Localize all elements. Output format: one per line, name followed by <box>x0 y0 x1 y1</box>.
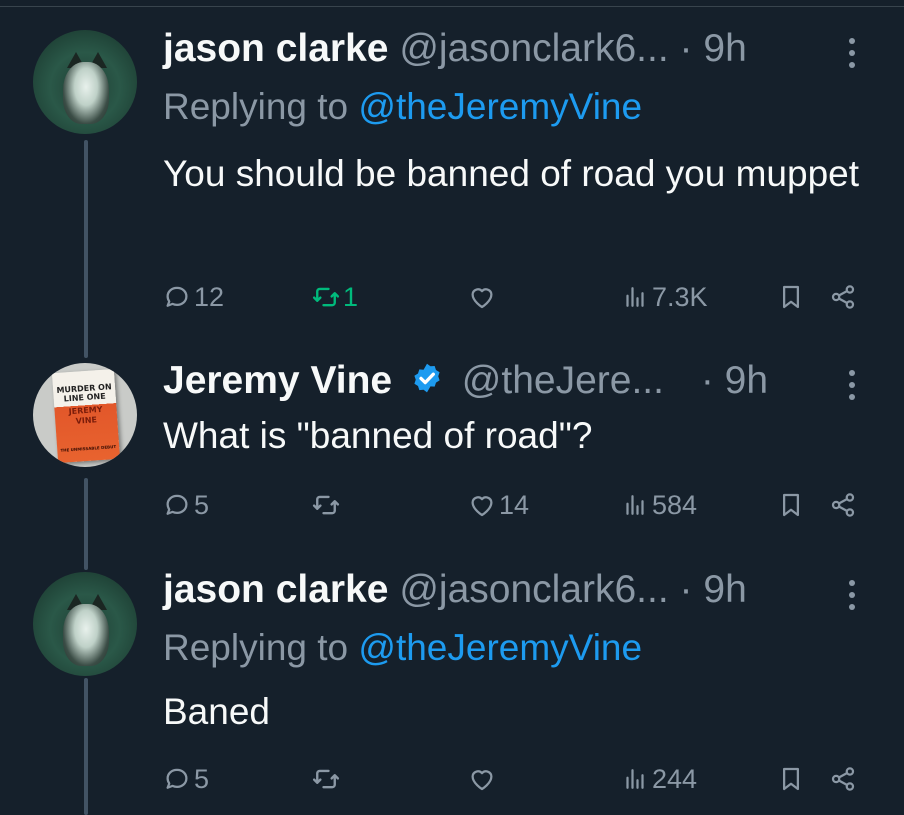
replying-to-link[interactable]: @theJeremyVine <box>358 627 642 668</box>
timestamp[interactable]: 9h <box>725 359 768 402</box>
like-button[interactable]: 14 <box>467 485 529 525</box>
author-handle[interactable]: @jasonclark6... <box>399 568 668 611</box>
action-bar: 5 14 584 <box>0 485 904 525</box>
author-name[interactable]: jason clarke <box>163 27 388 70</box>
avatar[interactable]: MURDER ON LINE ONE JEREMY VINE THE UNMIS… <box>33 363 137 467</box>
replying-prefix: Replying to <box>163 627 349 668</box>
timestamp[interactable]: 9h <box>703 568 746 611</box>
retweet-count: 1 <box>343 281 359 312</box>
author-handle[interactable]: @theJere... <box>462 359 664 402</box>
author-name[interactable]: Jeremy Vine <box>163 359 392 402</box>
view-count: 584 <box>652 489 698 520</box>
retweet-button[interactable] <box>311 759 343 799</box>
retweet-icon <box>312 495 340 515</box>
views-button[interactable]: 7.3K <box>620 277 708 317</box>
avatar[interactable] <box>33 30 137 134</box>
replying-to-link[interactable]: @theJeremyVine <box>358 86 642 127</box>
share-button[interactable] <box>828 485 858 525</box>
share-icon <box>831 493 855 517</box>
reply-icon <box>166 494 188 515</box>
replying-prefix: Replying to <box>163 86 349 127</box>
heart-icon <box>471 770 493 791</box>
separator-dot: · <box>679 27 693 70</box>
bookmark-icon <box>783 285 799 309</box>
book-cover-image: MURDER ON LINE ONE JEREMY VINE THE UNMIS… <box>51 368 121 464</box>
avatar[interactable] <box>33 572 137 676</box>
reply-button[interactable]: 12 <box>162 277 224 317</box>
like-count: 14 <box>499 489 530 520</box>
reply-button[interactable]: 5 <box>162 759 209 799</box>
reply-count: 5 <box>194 763 210 794</box>
verified-badge-icon <box>414 363 440 393</box>
replying-to: Replying to @theJeremyVine <box>163 624 642 672</box>
bookmark-icon <box>783 767 799 791</box>
thread-line <box>84 140 88 358</box>
retweet-icon <box>312 287 340 307</box>
more-icon[interactable] <box>840 370 864 410</box>
bookmark-button[interactable] <box>776 485 806 525</box>
views-icon <box>626 495 644 515</box>
view-count: 7.3K <box>652 281 708 312</box>
tweet-text: What is "banned of road"? <box>163 415 593 456</box>
top-divider <box>0 6 904 7</box>
view-count: 244 <box>652 763 698 794</box>
views-button[interactable]: 584 <box>620 485 697 525</box>
action-bar: 12 1 7.3K <box>0 277 904 317</box>
heart-icon <box>471 288 493 309</box>
bookmark-button[interactable] <box>776 277 806 317</box>
tweet-header: Jeremy Vine @theJere... · 9h <box>163 357 863 405</box>
action-bar: 5 244 <box>0 759 904 799</box>
bookmark-icon <box>783 493 799 517</box>
cat-figure <box>63 604 109 666</box>
separator-dot: · <box>700 359 714 402</box>
timestamp[interactable]: 9h <box>703 27 746 70</box>
author-name[interactable]: jason clarke <box>163 568 388 611</box>
like-button[interactable] <box>467 759 499 799</box>
separator-dot: · <box>679 568 693 611</box>
reply-count: 12 <box>194 281 225 312</box>
reply-button[interactable]: 5 <box>162 485 209 525</box>
book-author-line: VINE <box>75 415 98 426</box>
cat-figure <box>63 62 109 124</box>
more-icon[interactable] <box>840 38 864 78</box>
reply-count: 5 <box>194 489 210 520</box>
share-icon <box>831 285 855 309</box>
tweet-text: Baned <box>163 691 270 732</box>
retweet-button[interactable]: 1 <box>311 277 358 317</box>
share-button[interactable] <box>828 759 858 799</box>
retweet-icon <box>312 769 340 789</box>
reply-icon <box>166 768 188 789</box>
views-button[interactable]: 244 <box>620 759 697 799</box>
heart-icon <box>471 496 493 517</box>
book-tagline: THE UNMISSABLE DEBUT <box>60 443 117 453</box>
views-icon <box>626 287 644 307</box>
retweet-button[interactable] <box>311 485 343 525</box>
tweet-header: jason clarke @jasonclark6... · 9h <box>163 25 863 73</box>
replying-to: Replying to @theJeremyVine <box>163 83 642 131</box>
tweet-text: You should be banned of road you muppet <box>163 153 860 194</box>
book-title-line: LINE ONE <box>63 391 106 404</box>
share-button[interactable] <box>828 277 858 317</box>
tweet-header: jason clarke @jasonclark6... · 9h <box>163 566 863 614</box>
reply-icon <box>166 286 188 307</box>
like-button[interactable] <box>467 277 499 317</box>
views-icon <box>626 769 644 789</box>
share-icon <box>831 767 855 791</box>
more-icon[interactable] <box>840 580 864 620</box>
bookmark-button[interactable] <box>776 759 806 799</box>
author-handle[interactable]: @jasonclark6... <box>399 27 668 70</box>
